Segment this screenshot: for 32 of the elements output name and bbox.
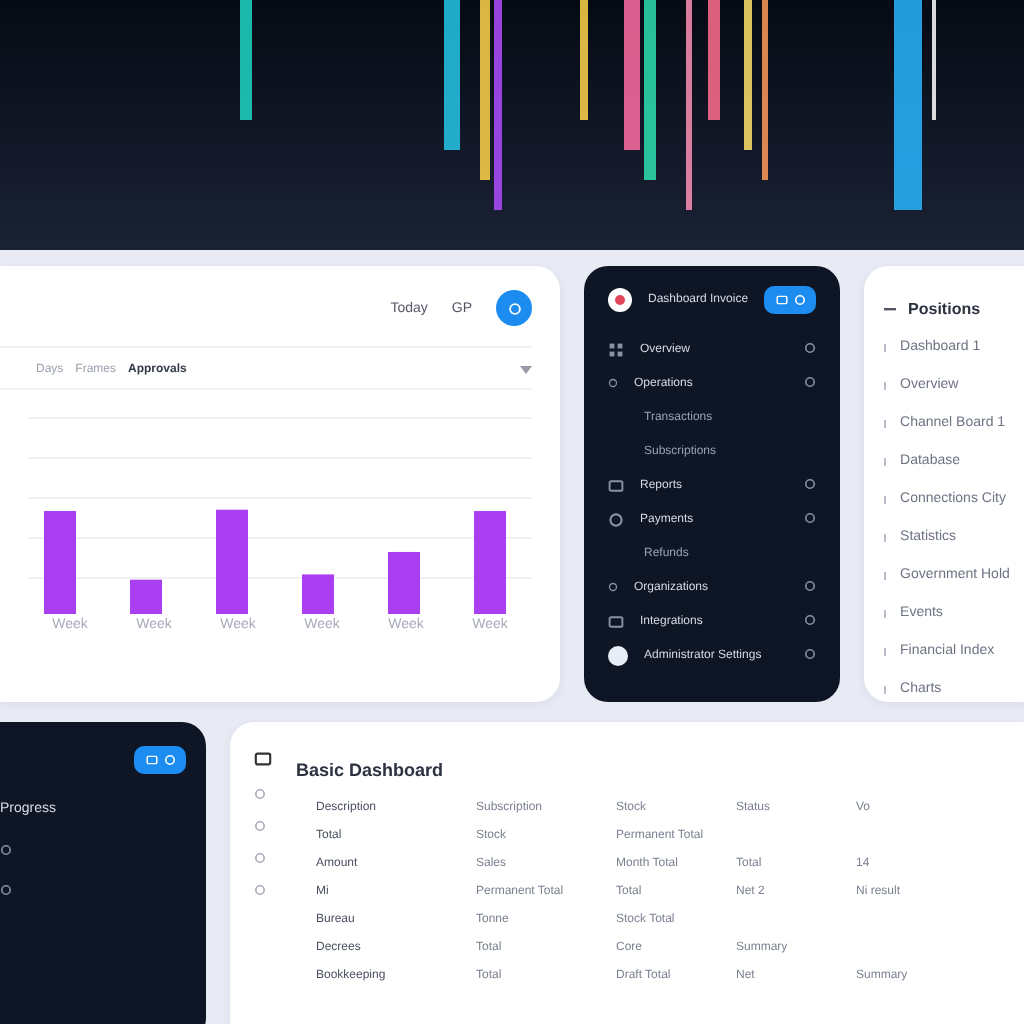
card-icon xyxy=(608,613,624,629)
toolbar-button[interactable] xyxy=(764,286,817,314)
action-button[interactable] xyxy=(496,290,532,326)
bar xyxy=(302,574,334,614)
bullet-icon xyxy=(884,571,889,579)
bullet-icon xyxy=(884,609,889,617)
dot-icon xyxy=(608,378,618,388)
bullet-icon xyxy=(884,343,889,351)
grid-icon xyxy=(608,341,624,357)
dash-icon xyxy=(884,307,897,311)
bar xyxy=(216,509,248,614)
card-icon xyxy=(608,477,624,493)
table-title: Basic Dashboard xyxy=(296,760,444,780)
logo-icon xyxy=(608,288,632,312)
bar xyxy=(44,511,76,614)
bullet-icon xyxy=(884,533,889,541)
dot-icon xyxy=(0,844,12,856)
toolbar-button[interactable] xyxy=(134,746,186,774)
bullet-icon xyxy=(884,685,889,693)
avatar-icon xyxy=(608,645,628,665)
card-title: Positions xyxy=(908,300,981,318)
bullet-icon xyxy=(884,495,889,503)
bar xyxy=(130,579,162,614)
dot-icon xyxy=(608,582,618,592)
bullet-icon xyxy=(884,647,889,655)
bar xyxy=(388,551,420,614)
bullet-icon xyxy=(884,381,889,389)
caret-icon[interactable] xyxy=(520,364,532,376)
bullet-icon xyxy=(884,457,889,465)
bullet-icon xyxy=(884,419,889,427)
dot-icon xyxy=(0,884,12,896)
bar xyxy=(474,511,506,614)
